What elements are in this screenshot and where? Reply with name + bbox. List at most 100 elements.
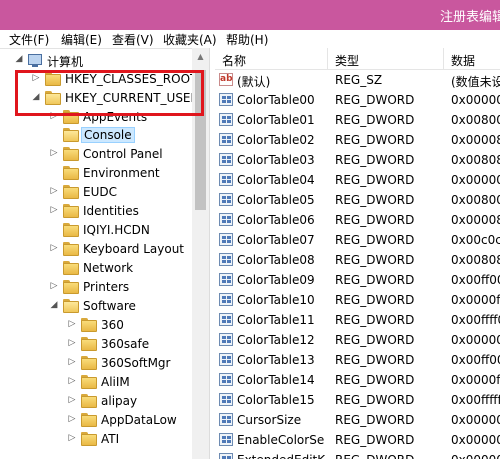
column-data[interactable]: 数据	[451, 52, 475, 69]
expand-arrow-icon[interactable]: ▷	[67, 376, 77, 386]
table-row[interactable]: ColorTable04 REG_DWORD 0x00000080	[215, 170, 500, 190]
list-header: 名称 类型 数据	[215, 48, 500, 70]
tree-item-label: alipay	[101, 394, 138, 408]
table-row[interactable]: ExtendedEditK... REG_DWORD 0x00000001	[215, 450, 500, 459]
menu-edit[interactable]: 编辑(E)	[61, 31, 102, 48]
cell-name: CursorSize	[237, 413, 302, 427]
column-divider[interactable]	[327, 48, 328, 70]
column-divider[interactable]	[443, 48, 444, 70]
table-row[interactable]: ColorTable11 REG_DWORD 0x00ffff00	[215, 310, 500, 330]
cell-data: 0x00808080	[451, 253, 500, 267]
cell-name: ColorTable01	[237, 113, 315, 127]
cell-name: ColorTable03	[237, 153, 315, 167]
table-row[interactable]: ColorTable03 REG_DWORD 0x00808000	[215, 150, 500, 170]
cell-name: ColorTable12	[237, 333, 315, 347]
expand-arrow-icon[interactable]: ▷	[67, 357, 77, 367]
cell-type: REG_SZ	[335, 73, 383, 87]
cell-type: REG_DWORD	[335, 373, 415, 387]
table-row[interactable]: ColorTable08 REG_DWORD 0x00808080	[215, 250, 500, 270]
table-row[interactable]: ColorTable13 REG_DWORD 0x00ff00ff	[215, 350, 500, 370]
cell-type: REG_DWORD	[335, 133, 415, 147]
table-row[interactable]: ColorTable07 REG_DWORD 0x00c0c0c0	[215, 230, 500, 250]
cell-data: 0x00000000	[451, 433, 500, 447]
tree-item-label: Environment	[83, 166, 160, 180]
dword-value-icon	[219, 233, 233, 246]
table-row[interactable]: ColorTable00 REG_DWORD 0x00000000	[215, 90, 500, 110]
folder-icon	[63, 223, 79, 237]
dword-value-icon	[219, 313, 233, 326]
cell-name: (默认)	[237, 75, 271, 89]
expand-arrow-icon[interactable]: ▷	[49, 281, 59, 291]
menu-bar: 文件(F) 编辑(E) 查看(V) 收藏夹(A) 帮助(H)	[0, 30, 500, 48]
expand-arrow-icon[interactable]: ▷	[67, 395, 77, 405]
dword-value-icon	[219, 353, 233, 366]
table-row[interactable]: ColorTable10 REG_DWORD 0x0000ff00	[215, 290, 500, 310]
folder-icon	[81, 432, 97, 446]
cell-type: REG_DWORD	[335, 273, 415, 287]
cell-name: ColorTable11	[237, 313, 315, 327]
cell-data: 0x00000080	[451, 173, 500, 187]
tree-root-label: 计算机	[47, 55, 84, 69]
dword-value-icon	[219, 373, 233, 386]
cell-type: REG_DWORD	[335, 333, 415, 347]
expand-arrow-icon[interactable]: ▷	[49, 243, 59, 253]
table-row[interactable]: EnableColorSe... REG_DWORD 0x00000000	[215, 430, 500, 450]
dword-value-icon	[219, 253, 233, 266]
cell-data: 0x00000019	[451, 413, 500, 427]
folder-icon	[63, 261, 79, 275]
cell-data: 0x0000ffff	[451, 373, 500, 387]
menu-help[interactable]: 帮助(H)	[226, 31, 268, 48]
menu-file[interactable]: 文件(F)	[9, 31, 49, 48]
dword-value-icon	[219, 173, 233, 186]
table-row[interactable]: ColorTable02 REG_DWORD 0x00008000	[215, 130, 500, 150]
tree-item-label: Identities	[83, 204, 139, 218]
menu-favorites[interactable]: 收藏夹(A)	[163, 31, 217, 48]
folder-icon	[81, 318, 97, 332]
table-row[interactable]: ColorTable01 REG_DWORD 0x00800000	[215, 110, 500, 130]
dword-value-icon	[219, 213, 233, 226]
table-row[interactable]: ColorTable15 REG_DWORD 0x00ffffff	[215, 390, 500, 410]
table-row[interactable]: CursorSize REG_DWORD 0x00000019	[215, 410, 500, 430]
cell-data: 0x00c0c0c0	[451, 233, 500, 247]
expand-arrow-icon[interactable]: ▷	[49, 148, 59, 158]
table-row[interactable]: ColorTable12 REG_DWORD 0x000000ff	[215, 330, 500, 350]
collapse-arrow-icon[interactable]: ◢	[49, 300, 59, 310]
dword-value-icon	[219, 93, 233, 106]
table-row[interactable]: ColorTable05 REG_DWORD 0x00800080	[215, 190, 500, 210]
expand-arrow-icon[interactable]: ▷	[49, 205, 59, 215]
cell-data: 0x00ff00ff	[451, 353, 500, 367]
dword-value-icon	[219, 413, 233, 426]
expand-arrow-icon[interactable]: ▷	[67, 414, 77, 424]
folder-open-icon	[63, 128, 79, 142]
scroll-up-icon[interactable]: ▲	[192, 48, 209, 65]
dword-value-icon	[219, 153, 233, 166]
table-row[interactable]: ColorTable09 REG_DWORD 0x00ff0000	[215, 270, 500, 290]
computer-icon	[28, 54, 42, 67]
cell-name: ColorTable00	[237, 93, 315, 107]
cell-type: REG_DWORD	[335, 353, 415, 367]
expand-arrow-icon[interactable]: ▷	[49, 186, 59, 196]
column-name[interactable]: 名称	[222, 52, 246, 69]
menu-view[interactable]: 查看(V)	[112, 31, 154, 48]
table-row[interactable]: ColorTable06 REG_DWORD 0x00008080	[215, 210, 500, 230]
table-row[interactable]: ab (默认) REG_SZ (数值未设置)	[215, 70, 500, 90]
cell-name: ColorTable14	[237, 373, 315, 387]
cell-type: REG_DWORD	[335, 113, 415, 127]
tree-item-label: AppDataLow	[101, 413, 177, 427]
expand-arrow-icon[interactable]: ▷	[67, 319, 77, 329]
expand-arrow-icon[interactable]: ▷	[67, 433, 77, 443]
values-list[interactable]: 名称 类型 数据 ab(默认)REG_SZ(数值未设置)ColorTable00…	[215, 48, 500, 459]
collapse-arrow-icon[interactable]: ◢	[14, 54, 24, 64]
column-type[interactable]: 类型	[335, 52, 359, 69]
folder-icon	[81, 413, 97, 427]
tree-item-label-selected: Console	[81, 127, 135, 143]
cell-type: REG_DWORD	[335, 193, 415, 207]
table-row[interactable]: ColorTable14 REG_DWORD 0x0000ffff	[215, 370, 500, 390]
expand-arrow-icon[interactable]: ▷	[67, 338, 77, 348]
cell-type: REG_DWORD	[335, 433, 415, 447]
cell-name: ColorTable07	[237, 233, 315, 247]
dword-value-icon	[219, 113, 233, 126]
cell-data: 0x000000ff	[451, 333, 500, 347]
cell-type: REG_DWORD	[335, 233, 415, 247]
tree-item-label: Control Panel	[83, 147, 163, 161]
